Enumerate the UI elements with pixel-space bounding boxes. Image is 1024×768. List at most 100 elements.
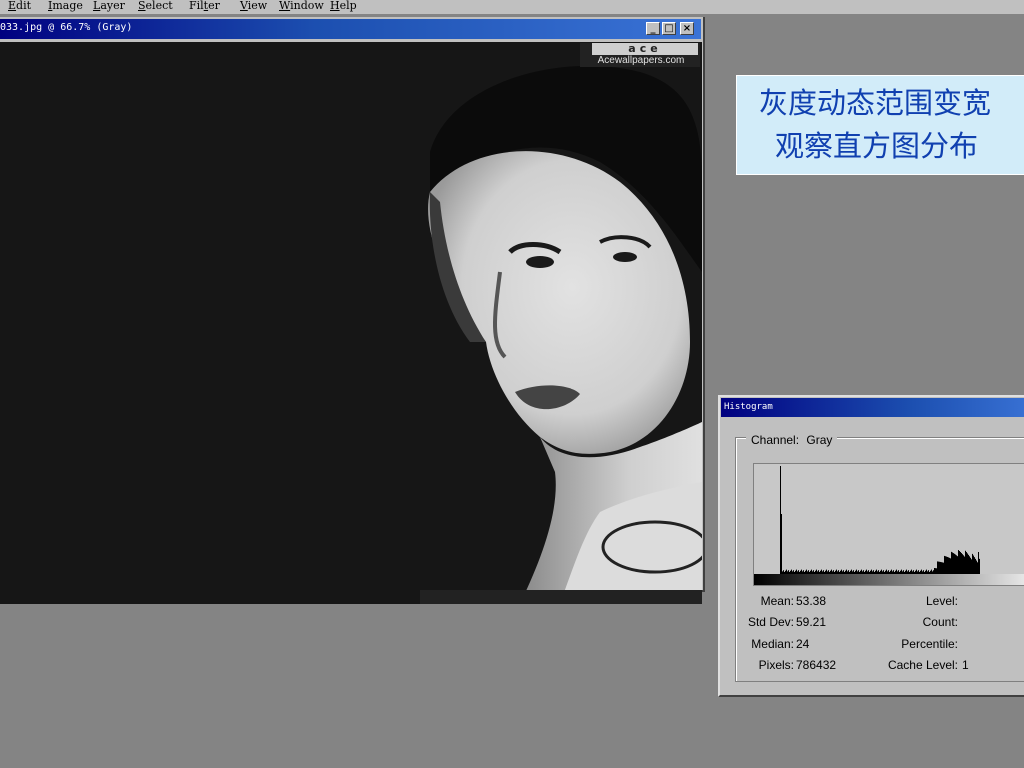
watermark-logo: ace (592, 43, 698, 55)
menu-label: elect (145, 0, 173, 12)
menu-image[interactable]: Image (48, 0, 83, 12)
mean-value: 53.38 (796, 594, 827, 608)
histogram-bar (948, 557, 949, 574)
histogram-bar (954, 553, 955, 574)
menu-layer[interactable]: Layer (93, 0, 125, 12)
maximize-button[interactable]: □ (662, 22, 676, 35)
histogram-plot[interactable] (753, 463, 1024, 575)
histogram-bar (938, 561, 939, 574)
caption-line-1: 灰度动态范围变宽 (759, 86, 992, 120)
histogram-bar (943, 562, 944, 574)
pixels-label: Pixels: (758, 658, 794, 672)
menu-help[interactable]: Help (330, 0, 357, 12)
level-label: Level: (925, 594, 958, 608)
histogram-bar (973, 555, 974, 574)
menu-label: elp (339, 0, 357, 12)
menu-bar: Edit Image Layer Select Filter View Wind… (0, 0, 1024, 14)
histogram-bar (977, 562, 978, 574)
histogram-bar (939, 561, 940, 574)
histogram-bar (976, 560, 977, 574)
histogram-bar (964, 556, 965, 574)
channel-label: Channel: (751, 433, 800, 447)
menu-label: iew (247, 0, 268, 12)
menu-label: ayer (100, 0, 125, 12)
gray-gradient-bar (753, 574, 1024, 586)
histogram-bar (940, 561, 941, 574)
menu-view[interactable]: View (240, 0, 267, 12)
histogram-bar (946, 556, 947, 574)
minimize-button[interactable]: _ (646, 22, 660, 35)
menu-label: er (208, 0, 220, 12)
channel-selector[interactable]: Channel: Gray (746, 433, 838, 447)
minimize-icon: _ (650, 23, 656, 34)
menu-filter[interactable]: Filter (189, 0, 220, 12)
image-canvas[interactable]: ace Acewallpapers.com (0, 42, 702, 604)
document-titlebar[interactable]: 033.jpg @ 66.7% (Gray) _ □ × (0, 19, 701, 39)
histogram-bar (955, 554, 956, 574)
histogram-bar (975, 558, 976, 574)
histogram-bar (958, 550, 959, 574)
caption-box: 灰度动态范围变宽 观察直方图分布 (736, 75, 1024, 175)
close-button[interactable]: × (680, 22, 694, 35)
watermark-text: Acewallpapers.com (597, 55, 685, 66)
histogram-titlebar[interactable]: Histogram (721, 398, 1024, 417)
histogram-spike (781, 514, 782, 574)
histogram-bar (947, 556, 948, 574)
menu-select[interactable]: Select (138, 0, 173, 12)
histogram-bar (952, 552, 953, 574)
histogram-bar (959, 551, 960, 574)
menu-accel: W (279, 0, 291, 12)
mean-label: Mean: (760, 594, 794, 608)
pixels-value: 786432 (796, 658, 837, 672)
histogram-bar (950, 558, 951, 574)
maximize-icon: □ (664, 23, 674, 34)
cache-level-label: Cache Level: (887, 658, 958, 672)
histogram-bars-group (780, 466, 980, 574)
histogram-bar (957, 556, 958, 574)
histogram-bar (970, 557, 971, 574)
histogram-bar (960, 552, 961, 574)
menu-accel: E (8, 0, 17, 12)
histogram-bar (965, 550, 966, 574)
menu-label: indow (290, 0, 324, 12)
document-title: 033.jpg @ 66.7% (Gray) (0, 22, 133, 33)
histogram-bar (967, 553, 968, 574)
histogram-bar (941, 562, 942, 574)
count-label: Count: (922, 615, 958, 629)
histogram-bar (945, 556, 946, 574)
median-value: 24 (796, 637, 810, 651)
menu-accel: V (240, 0, 248, 12)
histogram-dialog[interactable]: Histogram Channel: Gray Mean: 53.38 Std … (718, 395, 1024, 697)
histogram-bar (942, 562, 943, 574)
histogram-bar (961, 553, 962, 574)
histogram-bar (949, 557, 950, 574)
histogram-bar (972, 553, 973, 574)
histogram-bar (953, 553, 954, 574)
menu-accel: H (330, 0, 340, 12)
menu-edit[interactable]: Edit (8, 0, 31, 12)
histogram-title: Histogram (724, 402, 773, 412)
histogram-bar (966, 552, 967, 574)
histogram-bars (780, 466, 980, 574)
histogram-bar (962, 554, 963, 574)
histogram-bar (951, 551, 952, 574)
histogram-bar (969, 556, 970, 574)
document-window[interactable]: 033.jpg @ 66.7% (Gray) _ □ × ace Acewall… (0, 17, 705, 604)
menu-window[interactable]: Window (279, 0, 324, 12)
histogram-bar (956, 555, 957, 574)
median-label: Median: (751, 637, 794, 651)
std-dev-label: Std Dev: (747, 615, 794, 629)
menu-label-pre: Fil (189, 0, 204, 12)
histogram-bar (944, 555, 945, 574)
histogram-bar (968, 554, 969, 574)
histogram-spike (780, 466, 781, 574)
close-icon: × (682, 23, 692, 34)
menu-label: dit (16, 0, 32, 12)
cache-level-value: 1 (962, 658, 969, 672)
histogram-bar (963, 555, 964, 574)
std-dev-value: 59.21 (796, 615, 827, 629)
menu-accel: S (138, 0, 146, 12)
watermark: ace Acewallpapers.com (580, 43, 700, 67)
caption-line-2: 观察直方图分布 (775, 129, 979, 163)
percentile-label: Percentile: (901, 637, 958, 651)
